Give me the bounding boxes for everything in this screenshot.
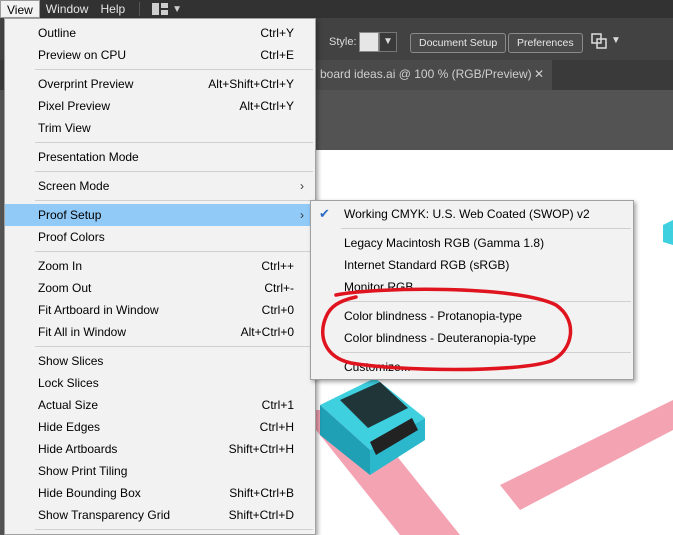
menu-item-actual-size[interactable]: Actual Size Ctrl+1 bbox=[5, 394, 315, 416]
menu-separator bbox=[35, 251, 313, 252]
menu-item-show-slices[interactable]: Show Slices bbox=[5, 350, 315, 372]
menu-view[interactable]: View bbox=[0, 0, 40, 18]
menu-item-zoom-in[interactable]: Zoom In Ctrl++ bbox=[5, 255, 315, 277]
menu-item-zoom-out[interactable]: Zoom Out Ctrl+- bbox=[5, 277, 315, 299]
menu-item-show-transparency-grid[interactable]: Show Transparency Grid Shift+Ctrl+D bbox=[5, 504, 315, 526]
menu-separator bbox=[35, 171, 313, 172]
menu-separator bbox=[341, 228, 631, 229]
chevron-down-icon: ▼ bbox=[611, 35, 621, 46]
menu-item-overprint-preview[interactable]: Overprint Preview Alt+Shift+Ctrl+Y bbox=[5, 73, 315, 95]
document-setup-button[interactable]: Document Setup bbox=[410, 33, 507, 53]
menu-item-proof-colors[interactable]: Proof Colors bbox=[5, 226, 315, 248]
workspace-switcher-button[interactable]: ▼ bbox=[148, 3, 186, 15]
menu-separator bbox=[35, 529, 313, 530]
menu-bar: View Window Help ▼ bbox=[0, 0, 673, 18]
menu-item-trim-view[interactable]: Trim View bbox=[5, 117, 315, 139]
menu-item-hide-artboards[interactable]: Hide Artboards Shift+Ctrl+H bbox=[5, 438, 315, 460]
menu-item-preview-on-cpu[interactable]: Preview on CPU Ctrl+E bbox=[5, 44, 315, 66]
menu-item-pixel-preview[interactable]: Pixel Preview Alt+Ctrl+Y bbox=[5, 95, 315, 117]
menu-item-lock-slices[interactable]: Lock Slices bbox=[5, 372, 315, 394]
menu-item-presentation-mode[interactable]: Presentation Mode bbox=[5, 146, 315, 168]
checkmark-icon: ✔ bbox=[319, 206, 330, 221]
workspace-grid-icon bbox=[152, 3, 169, 15]
menu-item-outline[interactable]: Outline Ctrl+Y bbox=[5, 22, 315, 44]
style-swatch[interactable] bbox=[359, 32, 379, 52]
arrange-documents-icon[interactable] bbox=[590, 32, 608, 50]
menu-item-fit-all-in-window[interactable]: Fit All in Window Alt+Ctrl+0 bbox=[5, 321, 315, 343]
menu-separator bbox=[35, 69, 313, 70]
menu-item-hide-edges[interactable]: Hide Edges Ctrl+H bbox=[5, 416, 315, 438]
menu-separator bbox=[35, 142, 313, 143]
menu-item-show-print-tiling[interactable]: Show Print Tiling bbox=[5, 460, 315, 482]
document-tab-title: board ideas.ai @ 100 % (RGB/Preview) bbox=[320, 67, 532, 81]
menu-separator bbox=[139, 2, 141, 16]
preferences-button[interactable]: Preferences bbox=[508, 33, 583, 53]
menu-item-proof-setup[interactable]: Proof Setup › bbox=[5, 204, 315, 226]
chevron-down-icon: ▼ bbox=[383, 36, 393, 47]
menu-help[interactable]: Help bbox=[94, 0, 131, 18]
menu-item-fit-artboard-in-window[interactable]: Fit Artboard in Window Ctrl+0 bbox=[5, 299, 315, 321]
menu-item-hide-bounding-box[interactable]: Hide Bounding Box Shift+Ctrl+B bbox=[5, 482, 315, 504]
style-label: Style: bbox=[329, 36, 357, 48]
menu-separator bbox=[35, 200, 313, 201]
red-highlight-annotation bbox=[321, 287, 573, 372]
menu-separator bbox=[35, 346, 313, 347]
menu-item-working-cmyk[interactable]: ✔ Working CMYK: U.S. Web Coated (SWOP) v… bbox=[311, 203, 633, 225]
menu-item-screen-mode[interactable]: Screen Mode › bbox=[5, 175, 315, 197]
style-dropdown-button[interactable]: ▼ bbox=[379, 32, 397, 52]
menu-window[interactable]: Window bbox=[40, 0, 95, 18]
menu-item-internet-standard-rgb[interactable]: Internet Standard RGB (sRGB) bbox=[311, 254, 633, 276]
view-menu-dropdown: Outline Ctrl+Y Preview on CPU Ctrl+E Ove… bbox=[4, 18, 316, 535]
chevron-right-icon: › bbox=[300, 179, 304, 193]
chevron-down-icon: ▼ bbox=[172, 3, 183, 15]
close-icon[interactable]: ✕ bbox=[534, 60, 544, 88]
chevron-right-icon: › bbox=[300, 208, 304, 222]
menu-item-legacy-macintosh-rgb[interactable]: Legacy Macintosh RGB (Gamma 1.8) bbox=[311, 232, 633, 254]
document-tab[interactable]: board ideas.ai @ 100 % (RGB/Preview) ✕ bbox=[300, 60, 552, 90]
